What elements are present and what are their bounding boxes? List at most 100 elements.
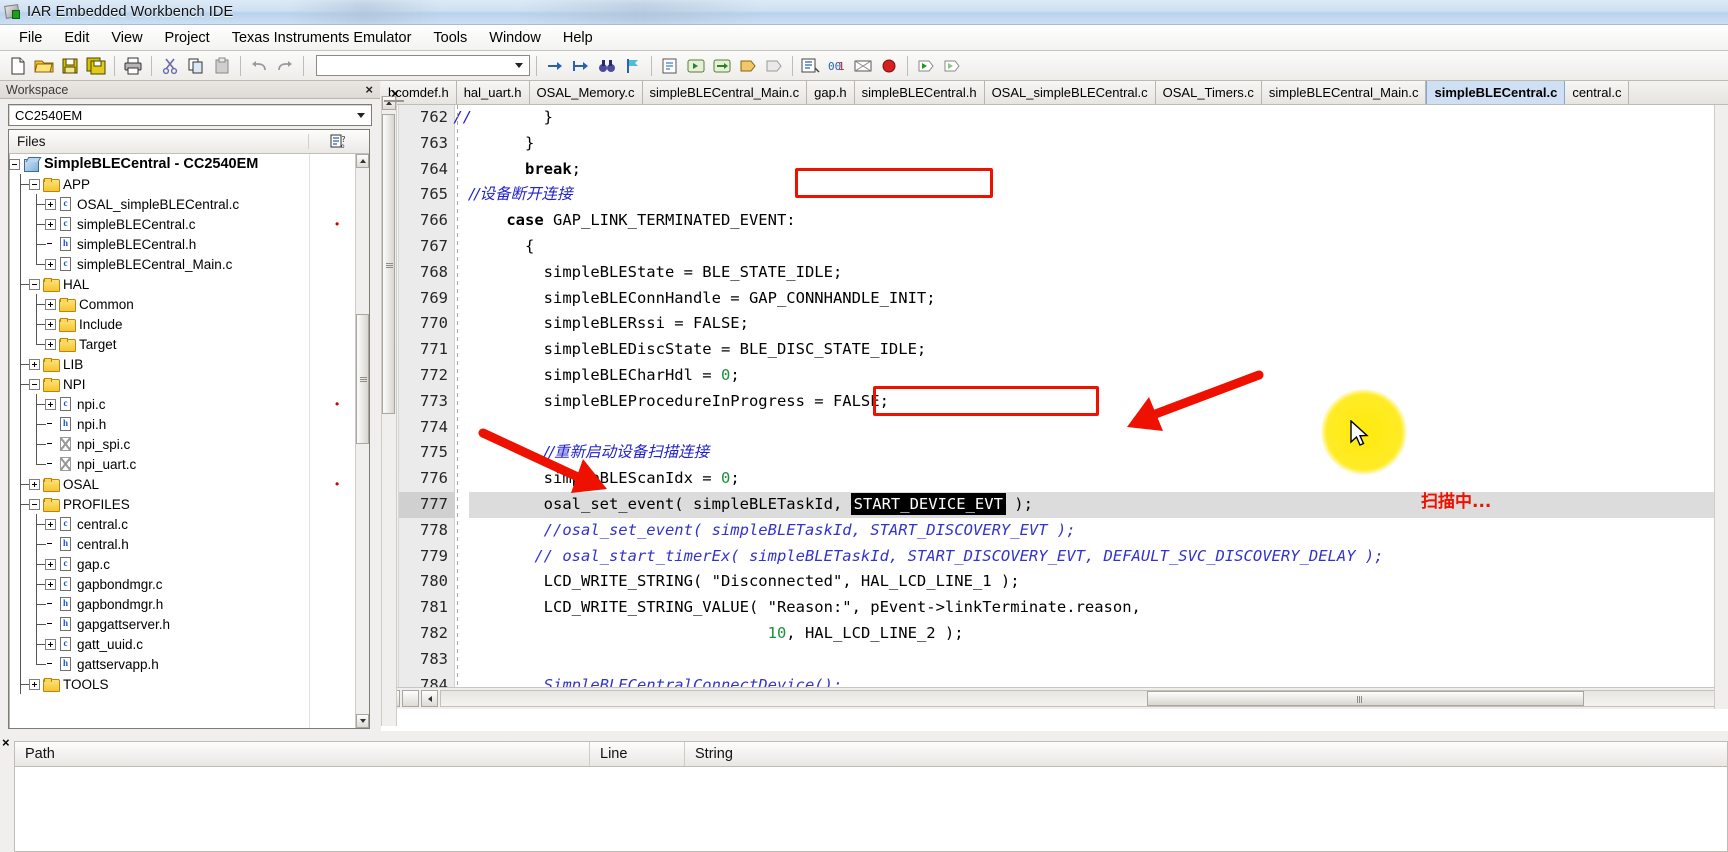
expand-plus-icon[interactable]: [45, 338, 56, 350]
tree-item-npi-c[interactable]: c npi.c •: [9, 394, 355, 414]
build-configuration-select[interactable]: CC2540EM: [8, 104, 372, 126]
expand-plus-icon[interactable]: [45, 398, 56, 410]
tree-item-gap-c[interactable]: c gap.c: [9, 554, 355, 574]
code-line[interactable]: //重新启动设备扫描连接: [469, 440, 1728, 466]
scroll-left-button[interactable]: [402, 690, 419, 707]
expand-plus-icon[interactable]: [45, 578, 56, 590]
tree-item-simpleblecentral-h[interactable]: h simpleBLECentral.h: [9, 234, 355, 254]
code-line[interactable]: 10, HAL_LCD_LINE_2 );: [469, 621, 1728, 647]
tree-item-gapbondmgr-c[interactable]: c gapbondmgr.c: [9, 574, 355, 594]
menu-project[interactable]: Project: [154, 27, 221, 49]
code-line[interactable]: {: [469, 234, 1728, 260]
editor-tab-simpleblecentral-c[interactable]: simpleBLECentral.c: [1426, 81, 1566, 104]
code-line[interactable]: osal_set_event( simpleBLETaskId, START_D…: [469, 491, 1728, 518]
collapse-minus-icon[interactable]: [29, 178, 40, 190]
code-line[interactable]: //设备断开连接: [469, 182, 1728, 208]
step-button[interactable]: [940, 54, 964, 78]
expand-plus-icon[interactable]: [29, 358, 40, 370]
code-line[interactable]: //osal_set_event( simpleBLETaskId, START…: [469, 518, 1728, 544]
editor-tab-central-c[interactable]: central.c: [1565, 81, 1630, 104]
collapse-minus-icon[interactable]: [9, 158, 20, 170]
editor-tab-osal-memory-c[interactable]: OSAL_Memory.c: [529, 81, 643, 104]
new-document-button[interactable]: [6, 54, 30, 78]
code-horizontal-scrollbar[interactable]: f0: [381, 687, 1728, 709]
menu-view[interactable]: View: [100, 27, 153, 49]
expand-plus-icon[interactable]: [29, 678, 40, 690]
editor-scroll-thumb[interactable]: [382, 114, 395, 414]
code-line[interactable]: [469, 415, 1728, 441]
compile-button[interactable]: [658, 54, 682, 78]
menu-file[interactable]: File: [8, 27, 53, 49]
tree-item-hal[interactable]: HAL: [9, 274, 355, 294]
code-line[interactable]: [469, 647, 1728, 673]
menu-help[interactable]: Help: [552, 27, 604, 49]
toggle-breakpoint-button[interactable]: [851, 54, 875, 78]
make-restart-button[interactable]: [710, 54, 734, 78]
tree-item-lib[interactable]: LIB: [9, 354, 355, 374]
editor-tab-simpleblecentral-main-c[interactable]: simpleBLECentral_Main.c: [1261, 81, 1427, 104]
make-button[interactable]: [684, 54, 708, 78]
results-list[interactable]: [14, 767, 1728, 852]
menu-texas-instruments-emulator[interactable]: Texas Instruments Emulator: [221, 27, 423, 49]
tree-item-npi-spi-c[interactable]: npi_spi.c: [9, 434, 355, 454]
breakpoints-button[interactable]: 00 1: [825, 54, 849, 78]
menu-window[interactable]: Window: [478, 27, 552, 49]
expand-plus-icon[interactable]: [45, 318, 56, 330]
editor-tab-hal-uart-h[interactable]: hal_uart.h: [456, 81, 530, 104]
editor-tab-osal-simpleblecentral-c[interactable]: OSAL_simpleBLECentral.c: [984, 81, 1156, 104]
editor-outer-scrollbar[interactable]: [381, 96, 397, 726]
redo-arrow-button[interactable]: [273, 54, 297, 78]
undo-arrow-button[interactable]: [247, 54, 271, 78]
code-line[interactable]: simpleBLEScanIdx = 0;: [469, 466, 1728, 492]
code-line[interactable]: simpleBLEDiscState = BLE_DISC_STATE_IDLE…: [469, 337, 1728, 363]
editor-tab-simpleblecentral-main-c[interactable]: simpleBLECentral_Main.c: [642, 81, 808, 104]
tree-item-npi-h[interactable]: h npi.h: [9, 414, 355, 434]
code-line[interactable]: }: [469, 105, 1728, 131]
save-button[interactable]: [58, 54, 82, 78]
print-button[interactable]: [121, 54, 145, 78]
close-icon[interactable]: ×: [362, 83, 376, 96]
editor-tab-gap-h[interactable]: gap.h: [807, 81, 855, 104]
menu-edit[interactable]: Edit: [53, 27, 100, 49]
column-line[interactable]: Line: [590, 742, 685, 766]
code-line[interactable]: case GAP_LINK_TERMINATED_EVENT:: [469, 208, 1728, 234]
cut-button[interactable]: [158, 54, 182, 78]
column-path[interactable]: Path: [15, 742, 590, 766]
quick-search-input[interactable]: [316, 55, 530, 76]
collapse-minus-icon[interactable]: [29, 278, 40, 290]
code-line[interactable]: simpleBLERssi = FALSE;: [469, 311, 1728, 337]
save-all-button[interactable]: [84, 54, 108, 78]
editor-tab-simpleblecentral-h[interactable]: simpleBLECentral.h: [854, 81, 985, 104]
tree-item-app[interactable]: APP: [9, 174, 355, 194]
clipboard-paste-button[interactable]: [210, 54, 234, 78]
tree-item-npi-uart-c[interactable]: npi_uart.c: [9, 454, 355, 474]
code-line[interactable]: LCD_WRITE_STRING( "Disconnected", HAL_LC…: [469, 569, 1728, 595]
code-line[interactable]: }: [469, 131, 1728, 157]
tree-item-common[interactable]: Common: [9, 294, 355, 314]
tree-item-target[interactable]: Target: [9, 334, 355, 354]
expand-plus-icon[interactable]: [45, 198, 56, 210]
tree-item-simpleblecentral-cc2540em[interactable]: SimpleBLECentral - CC2540EM: [9, 154, 355, 174]
tree-item-osal[interactable]: OSAL •: [9, 474, 355, 494]
expand-plus-icon[interactable]: [45, 258, 56, 270]
panel-close-icon[interactable]: ×: [2, 735, 10, 750]
collapse-minus-icon[interactable]: [29, 498, 40, 510]
column-string[interactable]: String: [685, 742, 1727, 766]
go-to-definition-button[interactable]: [543, 54, 567, 78]
editor-tab-osal-timers-c[interactable]: OSAL_Timers.c: [1155, 81, 1262, 104]
code-line[interactable]: simpleBLEConnHandle = GAP_CONNHANDLE_INI…: [469, 286, 1728, 312]
tree-item-gattservapp-h[interactable]: h gattservapp.h: [9, 654, 355, 674]
tree-item-osal-simpleblecentral-c[interactable]: c OSAL_simpleBLECentral.c: [9, 194, 355, 214]
code-line[interactable]: simpleBLECharHdl = 0;: [469, 363, 1728, 389]
tree-item-gatt-uuid-c[interactable]: c gatt_uuid.c: [9, 634, 355, 654]
tree-item-profiles[interactable]: PROFILES: [9, 494, 355, 514]
hscroll-thumb[interactable]: [1147, 691, 1584, 706]
code-line[interactable]: LCD_WRITE_STRING_VALUE( "Reason:", pEven…: [469, 595, 1728, 621]
hscroll-left-arrow[interactable]: [421, 690, 438, 707]
debug-logs-button[interactable]: [799, 54, 823, 78]
menu-tools[interactable]: Tools: [422, 27, 478, 49]
scroll-up-button[interactable]: [356, 154, 369, 168]
code-line[interactable]: break;: [469, 157, 1728, 183]
tree-item-central-c[interactable]: c central.c: [9, 514, 355, 534]
copy-button[interactable]: [184, 54, 208, 78]
